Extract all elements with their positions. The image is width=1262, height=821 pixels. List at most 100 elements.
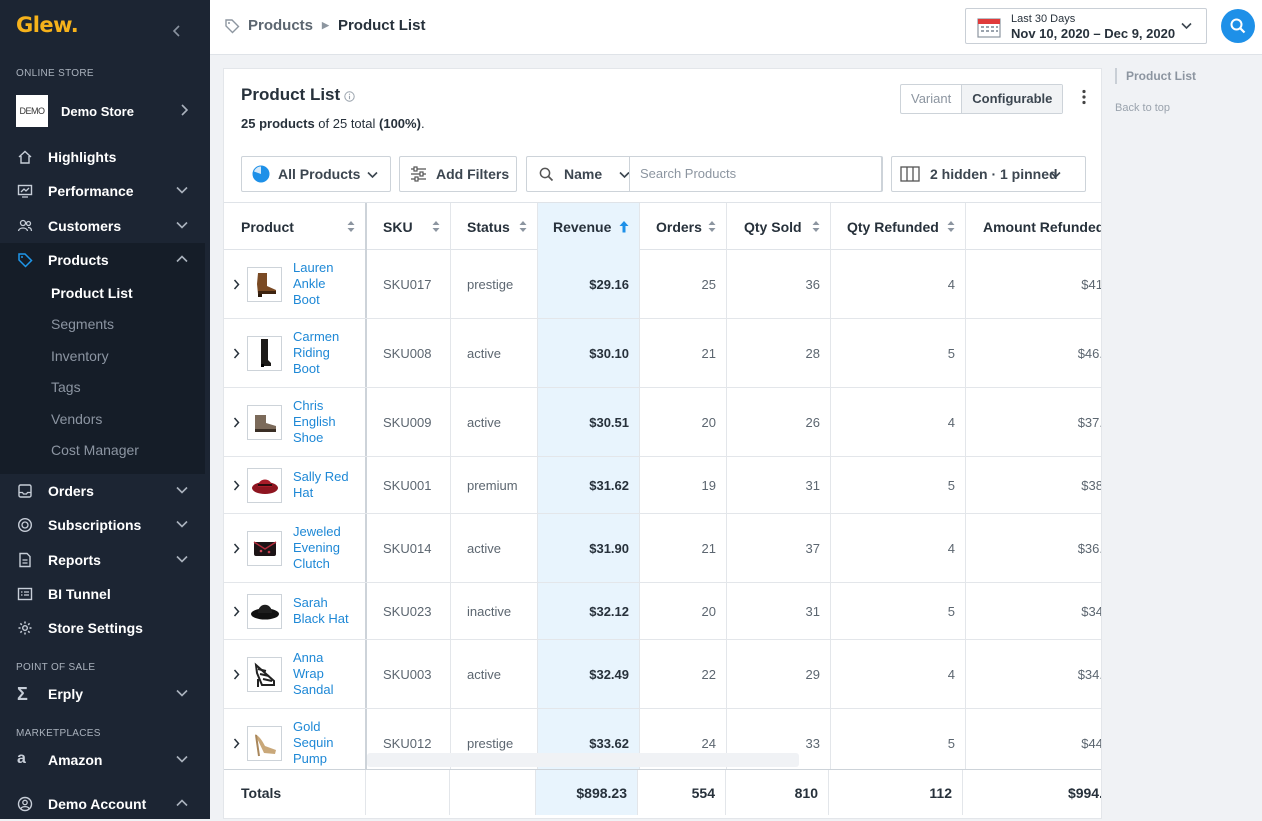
table-row[interactable]: Anna Wrap Sandal SKU003 active $32.49 22… xyxy=(224,640,1101,709)
columns-dropdown[interactable]: 2 hidden · 1 pinned xyxy=(891,156,1086,192)
subnav-tags[interactable]: Tags xyxy=(51,379,81,395)
product-thumbnail xyxy=(247,404,282,440)
nav-orders[interactable]: Orders xyxy=(0,474,210,508)
chevron-down-icon xyxy=(1181,22,1192,30)
column-header-sku[interactable]: SKU xyxy=(367,203,451,250)
nav-erply[interactable]: Σ Erply xyxy=(0,677,210,711)
table-row[interactable]: Gold Sequin Pump SKU012 prestige $33.62 … xyxy=(224,709,1101,778)
subnav-cost-manager[interactable]: Cost Manager xyxy=(51,442,139,458)
subnav-vendors[interactable]: Vendors xyxy=(51,411,102,427)
subnav-inventory[interactable]: Inventory xyxy=(51,348,109,364)
nav-performance[interactable]: Performance xyxy=(0,174,210,208)
add-filters-button[interactable]: Add Filters xyxy=(399,156,517,192)
column-header-status[interactable]: Status xyxy=(451,203,538,250)
nav-demo-account[interactable]: Demo Account xyxy=(0,787,210,821)
column-label: Product xyxy=(241,218,294,235)
nav-amazon[interactable]: a Amazon xyxy=(0,743,210,777)
status-cell: prestige xyxy=(451,250,538,318)
nav-subscriptions[interactable]: Subscriptions xyxy=(0,508,210,542)
chevron-right-icon[interactable] xyxy=(233,606,240,617)
nav-reports[interactable]: Reports xyxy=(0,543,210,577)
chevron-right-icon[interactable] xyxy=(233,279,240,290)
revenue-cell: $30.51 xyxy=(538,388,640,456)
breadcrumb-separator-icon: ▶ xyxy=(322,20,329,30)
column-header-revenue[interactable]: Revenue xyxy=(538,203,640,250)
nav-bi-tunnel[interactable]: BI Tunnel xyxy=(0,577,210,611)
segment-dropdown[interactable]: All Products xyxy=(241,156,391,192)
amount-refunded-cell: $41 xyxy=(1081,276,1102,292)
list-box-icon xyxy=(17,587,33,601)
store-selector[interactable]: DEMO Demo Store xyxy=(16,94,196,128)
product-thumbnail xyxy=(247,530,282,566)
chevron-right-icon[interactable] xyxy=(233,348,240,359)
column-label: Revenue xyxy=(553,218,612,235)
nav-highlights[interactable]: Highlights xyxy=(0,140,210,174)
chevron-right-icon xyxy=(181,104,188,116)
product-name-link[interactable]: Lauren Ankle Boot xyxy=(293,260,355,308)
variant-toggle[interactable]: Variant xyxy=(901,85,961,113)
subnav-segments[interactable]: Segments xyxy=(51,316,114,332)
configurable-toggle[interactable]: Configurable xyxy=(961,85,1063,113)
chevron-right-icon[interactable] xyxy=(233,417,240,428)
glew-logo[interactable]: Glew. xyxy=(16,13,79,37)
table-row[interactable]: Sally Red Hat SKU001 premium $31.62 19 3… xyxy=(224,457,1101,514)
chevron-down-icon xyxy=(1050,171,1061,179)
horizontal-scrollbar[interactable] xyxy=(367,753,799,767)
column-label: SKU xyxy=(383,218,413,235)
product-thumbnail xyxy=(247,593,282,629)
document-icon xyxy=(19,552,31,568)
orders-cell: 19 xyxy=(640,457,727,513)
date-range-picker[interactable]: Last 30 Days Nov 10, 2020 – Dec 9, 2020 xyxy=(965,8,1207,44)
qty-refunded-cell: 4 xyxy=(831,514,966,582)
product-name-link[interactable]: Gold Sequin Pump xyxy=(293,719,355,767)
product-name-link[interactable]: Chris English Shoe xyxy=(293,398,355,446)
column-header-qty-refunded[interactable]: Qty Refunded xyxy=(831,203,966,250)
store-name: Demo Store xyxy=(61,103,134,119)
column-header-qty-sold[interactable]: Qty Sold xyxy=(727,203,831,250)
product-name-link[interactable]: Sarah Black Hat xyxy=(293,595,355,627)
table-row[interactable]: Sarah Black Hat SKU023 inactive $32.12 2… xyxy=(224,583,1101,640)
table-row[interactable]: Jeweled Evening Clutch SKU014 active $31… xyxy=(224,514,1101,583)
product-name-link[interactable]: Carmen Riding Boot xyxy=(293,329,355,377)
products-subnav: Product List Segments Inventory Tags Ven… xyxy=(0,277,205,474)
product-name-link[interactable]: Sally Red Hat xyxy=(293,469,355,501)
product-name-link[interactable]: Jeweled Evening Clutch xyxy=(293,524,355,572)
nav-store-settings[interactable]: Store Settings xyxy=(0,611,210,645)
chevron-right-icon[interactable] xyxy=(233,738,240,749)
chevron-down-icon xyxy=(176,689,188,697)
column-header-product[interactable]: Product xyxy=(224,203,367,250)
outline-product-list[interactable]: Product List xyxy=(1115,68,1196,84)
breadcrumb-products[interactable]: Products xyxy=(248,17,313,34)
global-search-button[interactable] xyxy=(1221,9,1255,43)
segment-label: All Products xyxy=(278,166,361,182)
search-field-select[interactable]: Name xyxy=(564,166,626,182)
search-products-input[interactable]: Search Products xyxy=(629,156,883,192)
view-toggle: Variant Configurable xyxy=(900,84,1064,114)
sort-icon xyxy=(812,221,820,232)
qty-sold-cell: 26 xyxy=(727,388,831,456)
chevron-left-icon[interactable] xyxy=(172,24,182,38)
sliders-icon xyxy=(411,166,426,182)
table-row[interactable]: Lauren Ankle Boot SKU017 prestige $29.16… xyxy=(224,250,1102,319)
qty-refunded-cell: 4 xyxy=(831,250,966,318)
qty-sold-cell: 29 xyxy=(727,640,831,708)
table-row[interactable]: Chris English Shoe SKU009 active $30.51 … xyxy=(224,388,1101,457)
table-row[interactable]: Carmen Riding Boot SKU008 active $30.10 … xyxy=(224,319,1101,388)
subnav-product-list[interactable]: Product List xyxy=(51,285,133,301)
column-header-orders[interactable]: Orders xyxy=(640,203,727,250)
back-to-top-link[interactable]: Back to top xyxy=(1115,102,1170,114)
chevron-right-icon[interactable] xyxy=(233,669,240,680)
more-options-icon[interactable] xyxy=(1082,89,1086,105)
chevron-right-icon[interactable] xyxy=(233,543,240,554)
chevron-up-icon xyxy=(176,799,188,807)
chevron-right-icon[interactable] xyxy=(233,480,240,491)
status-cell: active xyxy=(451,514,538,582)
breadcrumb-current: Product List xyxy=(337,17,426,34)
nav-customers[interactable]: Customers xyxy=(0,209,210,243)
product-name-link[interactable]: Anna Wrap Sandal xyxy=(293,650,355,698)
online-store-label: ONLINE STORE xyxy=(16,68,94,79)
search-icon xyxy=(1230,18,1246,34)
column-header-amount-refunded[interactable]: Amount Refunded xyxy=(966,203,1101,250)
nav-products[interactable]: Products xyxy=(0,243,205,277)
info-icon[interactable] xyxy=(344,91,355,102)
